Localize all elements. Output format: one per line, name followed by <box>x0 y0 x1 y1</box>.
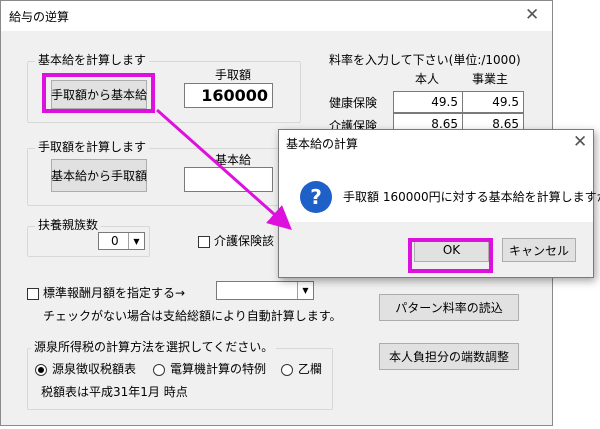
pointer-arrow-line <box>156 108 292 230</box>
pointer-arrow <box>156 108 292 230</box>
